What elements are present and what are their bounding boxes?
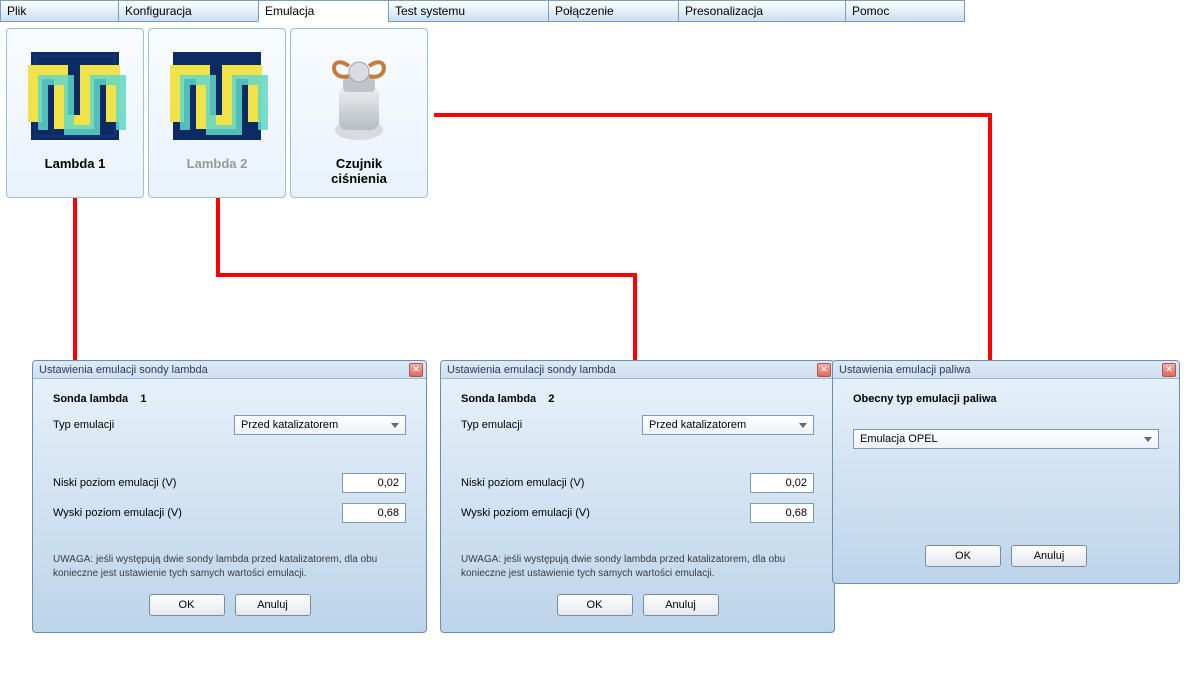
high-level-label: Wyski poziom emulacji (V)	[461, 507, 750, 519]
tab-plik[interactable]: Plik	[0, 0, 118, 22]
lambda-graph-icon	[158, 37, 276, 155]
dialog-fuel-emulation: Ustawienia emulacji paliwa ✕ Obecny typ …	[832, 360, 1180, 584]
tab-label: Emulacja	[265, 4, 314, 18]
dialog-title-text: Ustawienia emulacji sondy lambda	[447, 364, 616, 376]
ok-button[interactable]: OK	[557, 594, 633, 616]
tab-emulacja[interactable]: Emulacja	[258, 0, 388, 22]
tab-label: Test systemu	[395, 4, 465, 18]
module-lambda-1[interactable]: Lambda 1	[6, 28, 144, 198]
heading-label: Sonda lambda 1	[53, 393, 406, 405]
cancel-button[interactable]: Anuluj	[235, 594, 311, 616]
module-label: Lambda 1	[45, 157, 106, 172]
lambda-graph-icon	[16, 37, 134, 155]
close-button[interactable]: ✕	[409, 363, 423, 377]
high-level-input[interactable]	[342, 503, 406, 523]
cancel-button[interactable]: Anuluj	[643, 594, 719, 616]
high-level-input[interactable]	[750, 503, 814, 523]
heading-label: Sonda lambda 2	[461, 393, 814, 405]
tab-presonalizacja[interactable]: Presonalizacja	[678, 0, 845, 22]
low-level-input[interactable]	[342, 473, 406, 493]
tab-polaczenie[interactable]: Połączenie	[548, 0, 678, 22]
tab-label: Plik	[7, 4, 26, 18]
dialog-titlebar: Ustawienia emulacji sondy lambda ✕	[441, 361, 834, 379]
tab-label: Konfiguracja	[125, 4, 192, 18]
dialog-titlebar: Ustawienia emulacji paliwa ✕	[833, 361, 1179, 379]
warning-text: UWAGA: jeśli występują dwie sondy lambda…	[461, 553, 814, 580]
type-label: Typ emulacji	[461, 419, 642, 431]
tab-pomoc[interactable]: Pomoc	[845, 0, 965, 22]
high-level-label: Wyski poziom emulacji (V)	[53, 507, 342, 519]
pressure-sensor-icon	[300, 37, 418, 155]
tab-konfiguracja[interactable]: Konfiguracja	[118, 0, 258, 22]
module-label: Czujnikciśnienia	[331, 157, 387, 187]
type-select[interactable]: Przed katalizatorem	[234, 415, 406, 435]
low-level-label: Niski poziom emulacji (V)	[53, 477, 342, 489]
cancel-button[interactable]: Anuluj	[1011, 545, 1087, 567]
dialog-titlebar: Ustawienia emulacji sondy lambda ✕	[33, 361, 426, 379]
ok-button[interactable]: OK	[149, 594, 225, 616]
dialog-lambda-2: Ustawienia emulacji sondy lambda ✕ Sonda…	[440, 360, 835, 633]
low-level-input[interactable]	[750, 473, 814, 493]
close-icon: ✕	[1165, 365, 1173, 374]
fuel-type-select[interactable]: Emulacja OPEL	[853, 429, 1159, 449]
close-icon: ✕	[820, 365, 828, 374]
dialog-title-text: Ustawienia emulacji paliwa	[839, 364, 970, 376]
dialog-lambda-1: Ustawienia emulacji sondy lambda ✕ Sonda…	[32, 360, 427, 633]
ok-button[interactable]: OK	[925, 545, 1001, 567]
dialog-title-text: Ustawienia emulacji sondy lambda	[39, 364, 208, 376]
tab-label: Pomoc	[852, 4, 889, 18]
tab-label: Presonalizacja	[685, 4, 763, 18]
tab-test-systemu[interactable]: Test systemu	[388, 0, 548, 22]
type-select[interactable]: Przed katalizatorem	[642, 415, 814, 435]
module-row: Lambda 1 Lambda 2	[0, 22, 1190, 198]
low-level-label: Niski poziom emulacji (V)	[461, 477, 750, 489]
close-icon: ✕	[412, 365, 420, 374]
module-lambda-2[interactable]: Lambda 2	[148, 28, 286, 198]
module-czujnik-cisnienia[interactable]: Czujnikciśnienia	[290, 28, 428, 198]
fuel-heading: Obecny typ emulacji paliwa	[853, 393, 1159, 405]
tabbar: Plik Konfiguracja Emulacja Test systemu …	[0, 0, 1190, 22]
close-button[interactable]: ✕	[817, 363, 831, 377]
warning-text: UWAGA: jeśli występują dwie sondy lambda…	[53, 553, 406, 580]
tab-label: Połączenie	[555, 4, 614, 18]
module-label: Lambda 2	[187, 157, 248, 172]
type-label: Typ emulacji	[53, 419, 234, 431]
close-button[interactable]: ✕	[1162, 363, 1176, 377]
